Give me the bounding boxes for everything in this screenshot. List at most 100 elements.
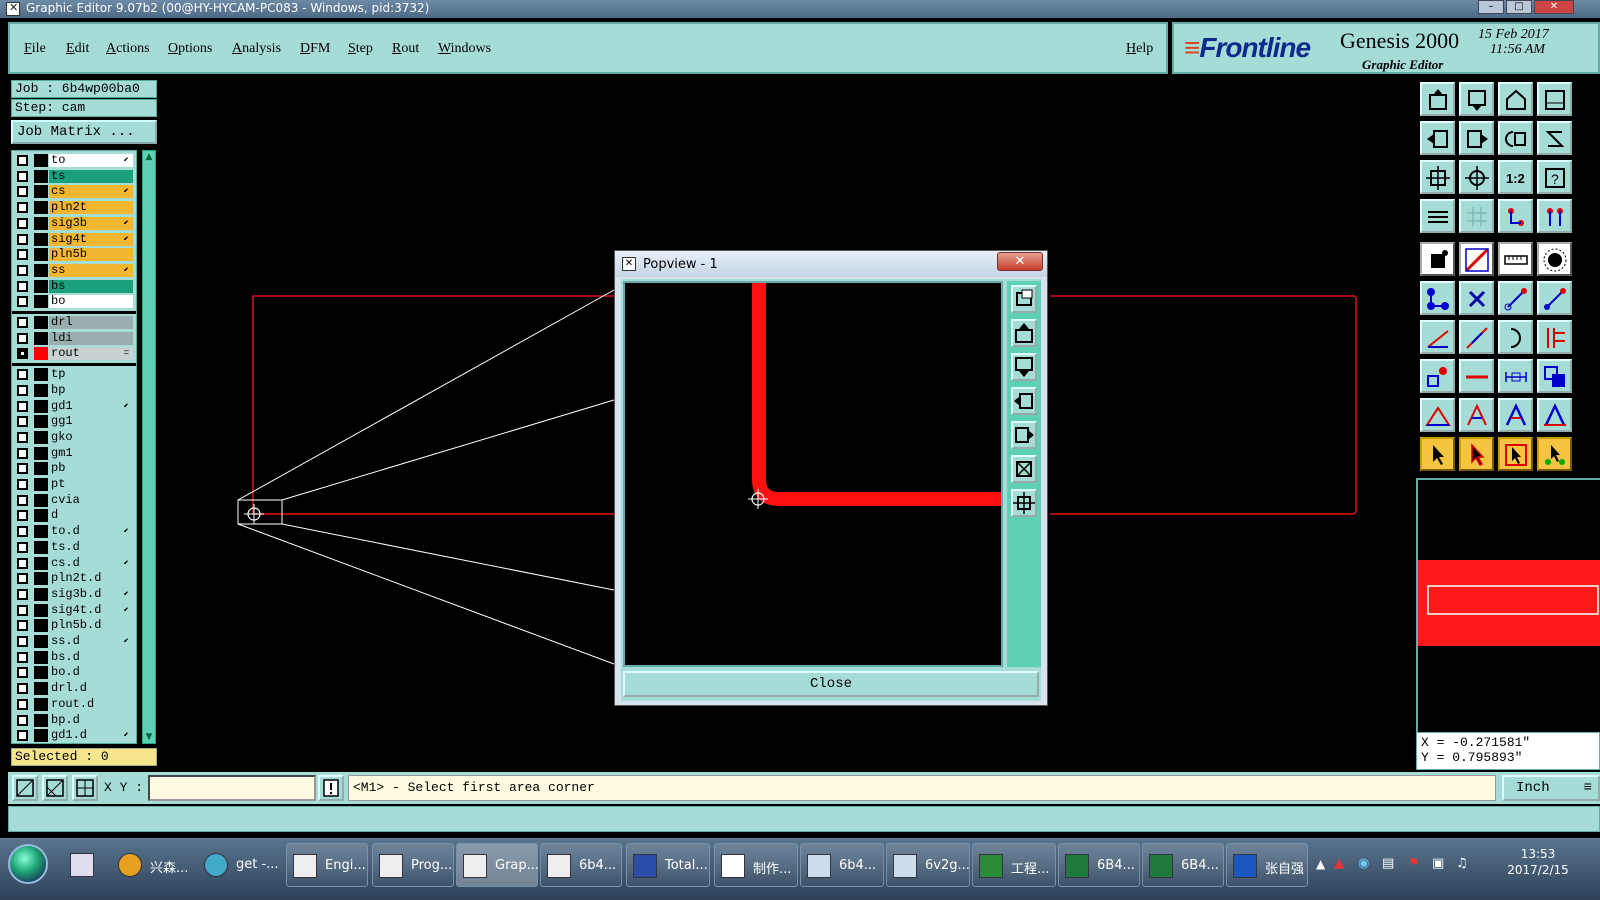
layer-row[interactable]: d [12, 508, 136, 523]
layer-color-swatch[interactable] [34, 587, 48, 601]
tool-text-icon[interactable] [1498, 398, 1533, 432]
layer-row[interactable]: ss.d ⬋ [12, 634, 136, 649]
layer-color-swatch[interactable] [34, 666, 48, 680]
layer-checkbox[interactable] [17, 588, 28, 600]
tool-center-icon[interactable] [1459, 160, 1494, 194]
layer-checkbox[interactable] [17, 714, 28, 726]
taskbar-pinned-app[interactable]: get -... [198, 843, 280, 887]
layer-name[interactable]: sig3b.d ⬋ [49, 587, 133, 601]
layer-color-swatch[interactable] [34, 650, 48, 664]
layer-checkbox[interactable] [17, 155, 28, 166]
taskbar-task[interactable]: 制作... [714, 843, 798, 887]
tool-resize-icon[interactable] [1537, 359, 1572, 393]
layer-name[interactable]: ss.d ⬋ [49, 635, 133, 648]
close-window-button[interactable]: ✕ [1534, 0, 1574, 14]
layer-row[interactable]: pln2t.d [12, 571, 136, 586]
tool-pan-left-icon[interactable] [1420, 121, 1455, 155]
layer-name[interactable]: cvia [49, 493, 133, 507]
layer-name[interactable]: tp [49, 368, 133, 382]
tool-arc-icon[interactable] [1498, 320, 1533, 354]
tool-redraw-icon[interactable] [1498, 121, 1533, 155]
tool-text-edit-icon[interactable] [1537, 398, 1572, 432]
layer-name[interactable]: pln2t.d [49, 572, 133, 586]
taskbar-task[interactable]: Total... [626, 843, 710, 887]
layer-row[interactable]: drl [12, 315, 136, 330]
layer-checkbox[interactable] [17, 494, 28, 506]
tool-ruler-icon[interactable] [1498, 242, 1533, 276]
layer-color-swatch[interactable] [34, 478, 48, 491]
pan-right-button[interactable] [1011, 421, 1037, 449]
layer-checkbox[interactable] [17, 620, 28, 632]
tool-pan-right-icon[interactable] [1459, 121, 1494, 155]
layer-color-swatch[interactable] [34, 619, 48, 633]
xy-input[interactable] [148, 775, 316, 801]
layer-color-swatch[interactable] [34, 713, 48, 727]
layer-name[interactable]: pb [49, 462, 133, 476]
layer-row[interactable]: bo.d [12, 665, 136, 680]
layer-row[interactable]: rout.d [12, 697, 136, 712]
tool-netlist-icon[interactable] [1537, 199, 1572, 233]
layer-name[interactable]: rout = [49, 347, 133, 361]
layer-row[interactable]: gd1.d ⬋ [12, 728, 136, 743]
menu-help[interactable]: Help [1126, 41, 1153, 57]
tool-pad-icon[interactable] [1420, 242, 1455, 276]
zoom-window-button[interactable] [1011, 285, 1037, 313]
taskbar-task[interactable]: Engi... [286, 843, 368, 887]
tool-surface-edit-icon[interactable] [1459, 398, 1494, 432]
popview-window[interactable]: ✕ Popview - 1 ✕ Close [614, 250, 1048, 706]
layer-checkbox[interactable] [17, 557, 28, 569]
layer-row[interactable]: bp [12, 383, 136, 398]
overview-panel[interactable] [1416, 478, 1600, 732]
layer-color-swatch[interactable] [34, 263, 48, 277]
window-titlebar[interactable]: Graphic Editor 9.07b2 (00@HY-HYCAM-PC083… [0, 0, 1600, 18]
layer-checkbox[interactable] [17, 431, 28, 443]
layer-name[interactable]: bo.d [49, 666, 133, 680]
layer-checkbox[interactable] [17, 573, 28, 585]
maximize-button[interactable]: □ [1506, 0, 1532, 14]
layer-name[interactable]: gd1.d ⬋ [49, 729, 133, 743]
menu-dfm[interactable]: DFM [300, 41, 330, 57]
layer-name[interactable]: pln5b [49, 248, 133, 262]
pan-up-button[interactable] [1011, 319, 1037, 347]
layer-list-scrollbar[interactable]: ▲ ▼ [142, 150, 156, 744]
layer-checkbox[interactable] [17, 463, 28, 475]
menu-file[interactable]: File [24, 41, 46, 57]
pan-left-button[interactable] [1011, 387, 1037, 415]
taskbar-task[interactable]: 6B4... [1058, 843, 1140, 887]
layer-row[interactable]: cvia [12, 493, 136, 508]
scroll-down-icon[interactable]: ▼ [144, 732, 154, 742]
layer-checkbox[interactable] [17, 651, 28, 663]
layer-color-swatch[interactable] [34, 525, 48, 539]
tool-align-icon[interactable] [1537, 320, 1572, 354]
layer-checkbox[interactable] [17, 730, 28, 742]
layer-name[interactable]: gko [49, 430, 133, 444]
layer-checkbox[interactable] [17, 510, 28, 522]
layer-color-swatch[interactable] [34, 415, 48, 429]
layer-checkbox[interactable] [17, 348, 28, 360]
snap-mode-icon[interactable] [12, 775, 38, 801]
menu-options[interactable]: Options [168, 41, 212, 57]
layer-row[interactable]: tp [12, 367, 136, 382]
layer-color-swatch[interactable] [34, 556, 48, 570]
tool-select-red-icon[interactable] [1459, 437, 1494, 471]
layer-row[interactable]: drl.d [12, 681, 136, 696]
layer-row[interactable]: pt [12, 477, 136, 492]
zoom-home-button[interactable] [1011, 489, 1037, 517]
tray-volume-icon[interactable]: ♫ [1456, 856, 1468, 871]
layer-name[interactable]: bs [49, 279, 133, 293]
layer-name[interactable]: sig4t.d ⬋ [49, 603, 133, 617]
layer-name[interactable]: gm1 [49, 446, 133, 460]
taskbar-pinned-app[interactable]: 兴森... [112, 843, 194, 887]
layer-checkbox[interactable] [17, 526, 28, 538]
menu-actions[interactable]: Actions [106, 41, 150, 57]
layer-name[interactable]: bp [49, 383, 133, 397]
layer-color-swatch[interactable] [34, 248, 48, 262]
tool-measure-icon[interactable] [1498, 359, 1533, 393]
layer-name[interactable]: bp.d [49, 713, 133, 727]
tool-move-icon[interactable] [1498, 281, 1533, 315]
menu-windows[interactable]: Windows [438, 41, 491, 57]
layer-row[interactable]: bs.d [12, 650, 136, 665]
layer-color-swatch[interactable] [34, 493, 48, 507]
start-button[interactable] [8, 844, 48, 884]
taskbar-task[interactable]: 工程... [972, 843, 1056, 887]
